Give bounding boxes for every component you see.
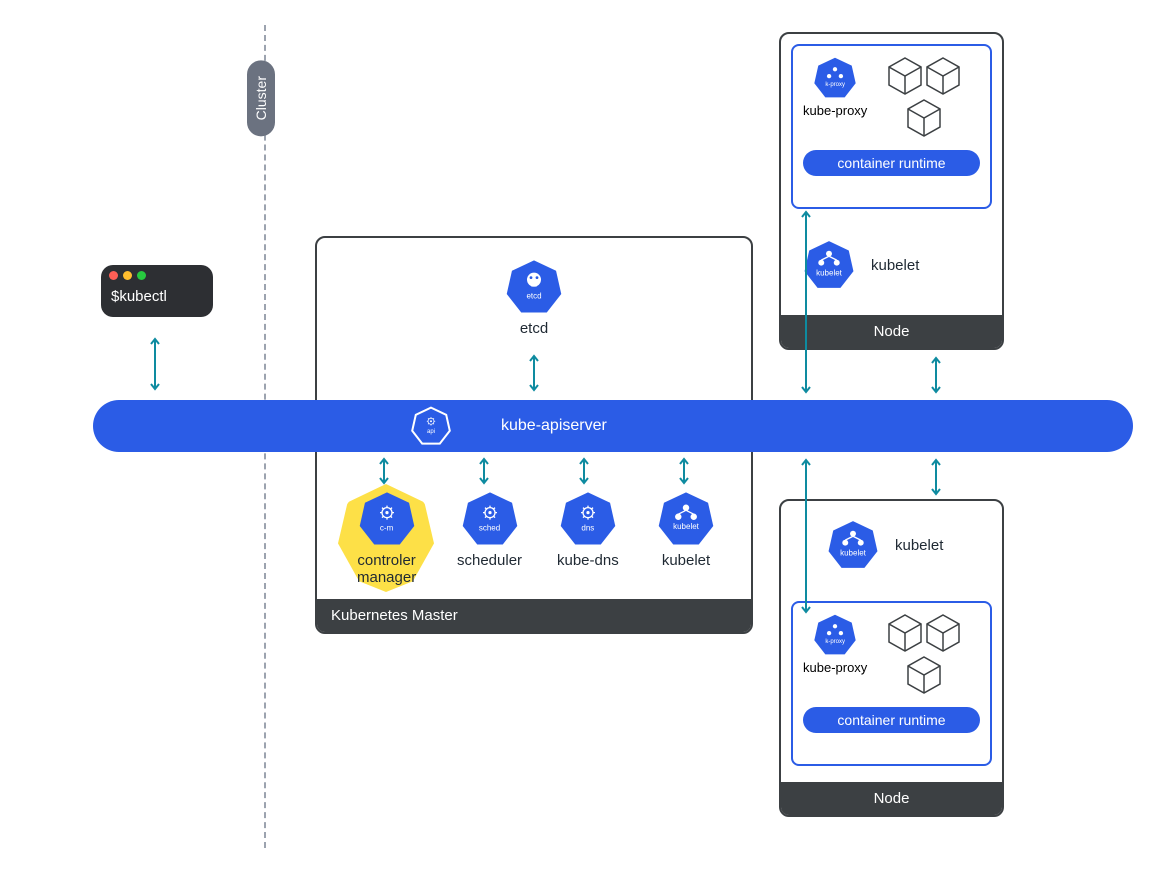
node-top-kproxy-label: kube-proxy [803,103,867,118]
node-top-kubelet: kubelet kubelet [803,239,919,291]
kube-dns-component: dns kube-dns [557,490,619,569]
arrow-master-kubelet-apiserver [678,456,690,486]
minimize-dot-icon [123,271,132,280]
arrow-node-top-left-apiserver [800,208,812,396]
arrow-kubectl-apiserver [149,335,161,393]
node-bottom-kubelet-label: kubelet [895,537,943,554]
node-bottom-panel: kubelet kubelet k-proxy kube-proxy [779,499,1004,817]
node-top-kproxy-tag: k-proxy [825,82,845,88]
kubectl-terminal: $kubectl [101,265,213,317]
arrow-node-bottom-left-apiserver [800,456,812,616]
terminal-titlebar [101,265,213,282]
cube-icon [906,98,942,138]
cm-tag: c-m [380,525,393,533]
arrow-dns-apiserver [578,456,590,486]
sched-tag: sched [479,525,500,533]
node-top-kubelet-label: kubelet [871,257,919,274]
dns-label: kube-dns [557,552,619,569]
close-dot-icon [109,271,118,280]
master-kubelet-label: kubelet [662,552,710,569]
cm-label: controler manager [357,552,416,587]
node-top-cubes [879,56,969,138]
controller-manager-icon: c-m [358,490,416,548]
node-top-title: Node [781,315,1002,348]
kube-apiserver-bar: api kube-apiserver [93,400,1133,452]
master-kubelet-icon: kubelet [657,490,715,548]
cube-icon [925,613,961,653]
cube-icon [906,655,942,695]
etcd-tag: etcd [526,293,541,301]
node-bottom-cubes [879,613,969,695]
controller-manager-component: c-m controler manager [357,490,416,587]
arrow-node-bottom-right-apiserver [930,456,942,498]
master-panel-title: Kubernetes Master [317,599,751,632]
api-icon: api [411,406,451,446]
etcd-component: etcd etcd [505,258,563,337]
node-bottom-runtime-label: container runtime [803,707,980,733]
arrow-etcd-apiserver [528,352,540,394]
etcd-label: etcd [520,320,548,337]
node-top-panel: k-proxy kube-proxy container runtime kub… [779,32,1004,350]
etcd-icon: etcd [505,258,563,316]
node-bottom-kproxy-tag: k-proxy [825,639,845,645]
scheduler-icon: sched [461,490,519,548]
node-bottom-kproxy-label: kube-proxy [803,660,867,675]
api-tag: api [427,429,435,435]
scheduler-component: sched scheduler [457,490,522,569]
cube-icon [925,56,961,96]
master-kubelet-tag: kubelet [673,523,699,531]
cluster-label: Cluster [247,60,275,136]
node-bottom-kubelet: kubelet kubelet [827,519,943,571]
node-top-kubelet-tag: kubelet [816,269,842,277]
node-top-runtime-label: container runtime [803,150,980,176]
node-top-kproxy-icon: k-proxy [813,56,857,100]
apiserver-label: kube-apiserver [501,417,607,435]
node-bottom-kubelet-icon: kubelet [827,519,879,571]
arrow-cm-apiserver [378,456,390,486]
cube-icon [887,613,923,653]
arrow-node-top-right-apiserver [930,354,942,396]
maximize-dot-icon [137,271,146,280]
sched-label: scheduler [457,552,522,569]
kubectl-text: $kubectl [101,282,213,317]
master-kubelet-component: kubelet kubelet [657,490,715,569]
arrow-sched-apiserver [478,456,490,486]
dns-tag: dns [581,525,594,533]
node-bottom-kubelet-tag: kubelet [840,549,866,557]
cube-icon [887,56,923,96]
node-bottom-kproxy-icon: k-proxy [813,613,857,657]
kube-dns-icon: dns [559,490,617,548]
node-top-runtime-box: k-proxy kube-proxy container runtime [791,44,992,209]
node-bottom-runtime-box: k-proxy kube-proxy container runtime [791,601,992,766]
node-bottom-title: Node [781,782,1002,815]
